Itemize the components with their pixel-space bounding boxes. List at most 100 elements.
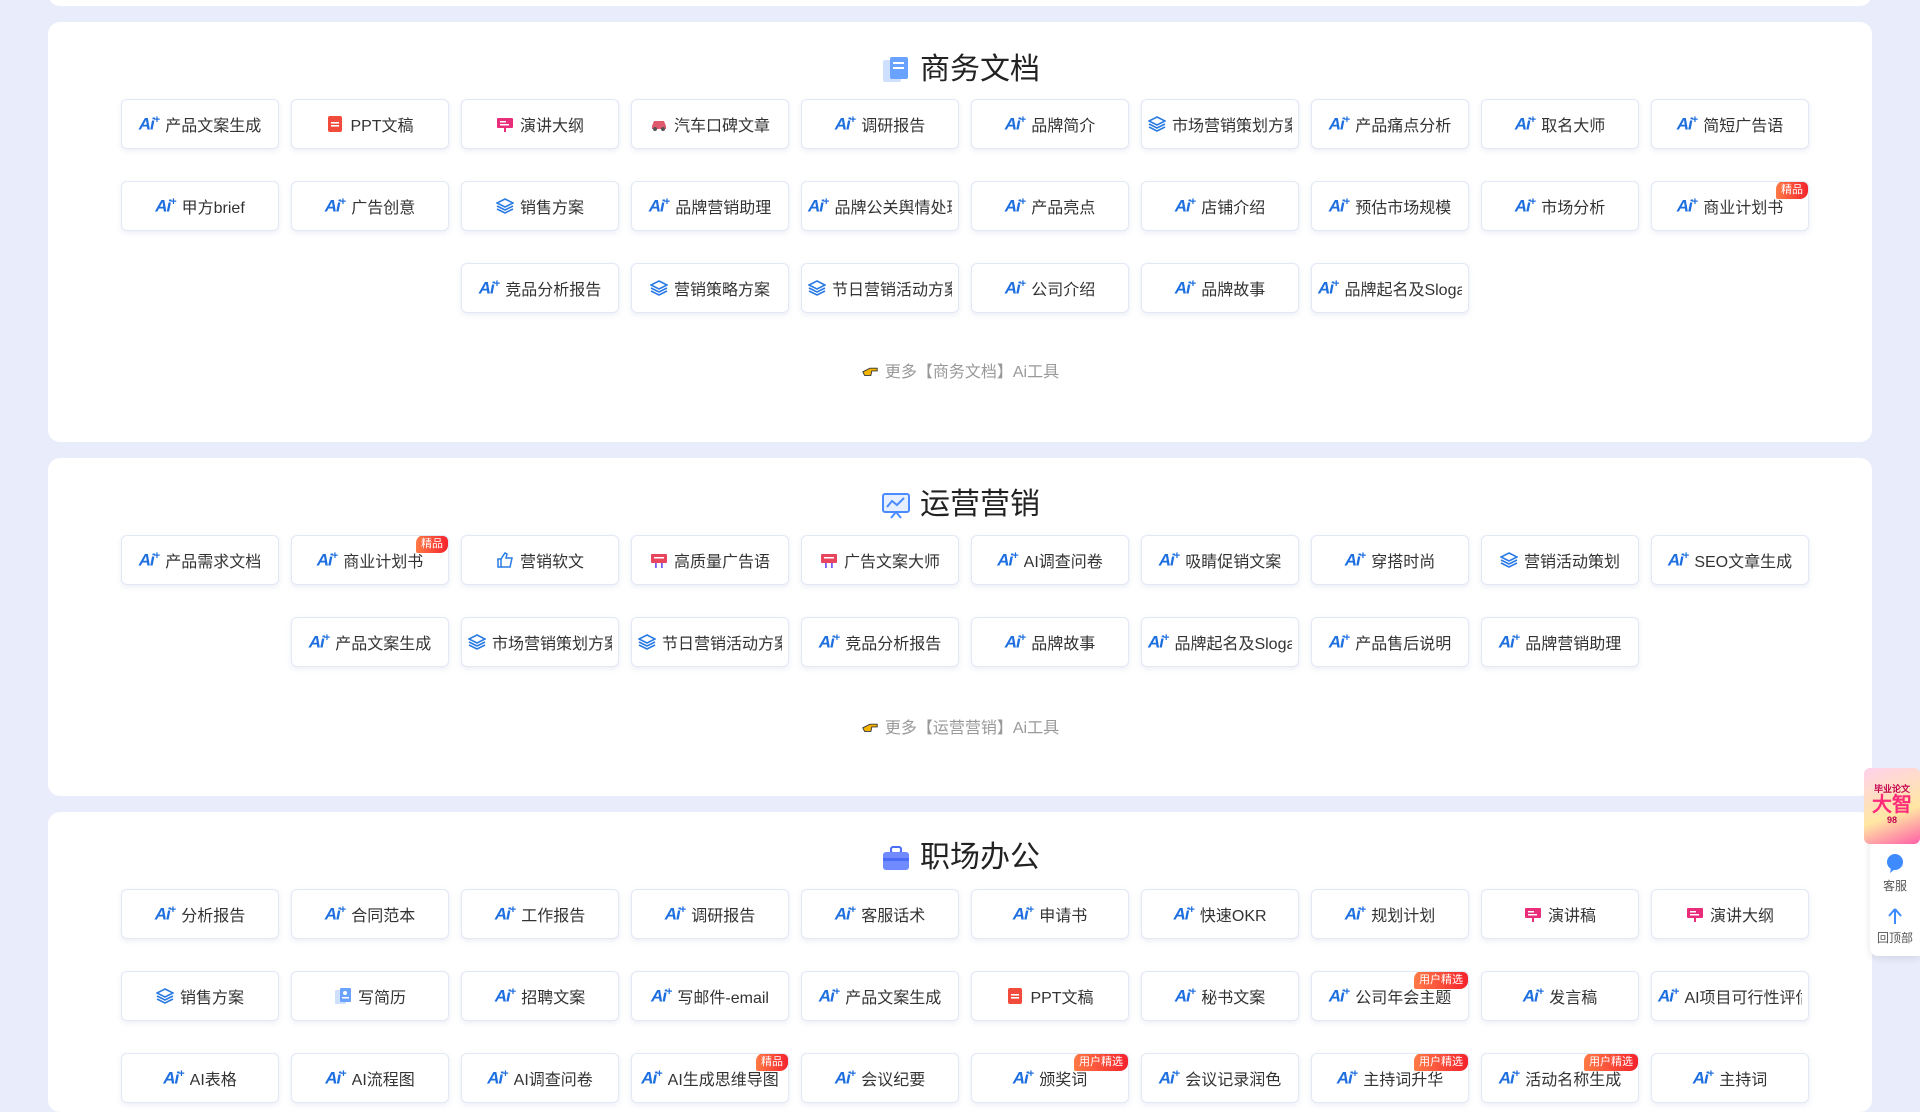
tool-card[interactable]: Ai+ 品牌起名及Slogan — [1311, 263, 1469, 313]
tool-label: 广告文案大师 — [843, 554, 940, 571]
tool-card[interactable]: Ai+ 会议记录润色 — [1141, 1053, 1299, 1103]
tool-card[interactable]: Ai+ 快速OKR — [1141, 889, 1299, 939]
tool-card[interactable]: Ai+ 秘书文案 — [1141, 971, 1299, 1021]
tool-card[interactable]: 汽车口碑文章 — [631, 99, 789, 149]
tool-card[interactable]: 市场营销策划方案 — [461, 617, 619, 667]
tool-card[interactable]: Ai+ 品牌营销助理 — [1481, 617, 1639, 667]
tool-card[interactable]: Ai+ SEO文章生成 — [1651, 535, 1809, 585]
tool-card[interactable]: Ai+ 公司介绍 — [971, 263, 1129, 313]
tool-card[interactable]: Ai+ 品牌故事 — [1141, 263, 1299, 313]
tool-card[interactable]: Ai+ 申请书 — [971, 889, 1129, 939]
ai-icon: Ai+ — [1012, 903, 1035, 924]
tool-card[interactable]: Ai+ 发言稿 — [1481, 971, 1639, 1021]
billboard-icon — [820, 554, 837, 568]
ai-icon: Ai+ — [154, 903, 177, 924]
tool-card[interactable]: Ai+ AI表格 — [121, 1053, 279, 1103]
tool-card[interactable]: Ai+ 穿搭时尚 — [1311, 535, 1469, 585]
tool-card[interactable]: Ai+ 品牌营销助理 — [631, 181, 789, 231]
tool-card[interactable]: Ai+ 产品售后说明 — [1311, 617, 1469, 667]
tool-card[interactable]: Ai+ 品牌起名及Slogan — [1141, 617, 1299, 667]
tool-card[interactable]: Ai+ 工作报告 — [461, 889, 619, 939]
tool-card[interactable]: Ai+ 合同范本 — [291, 889, 449, 939]
tool-label: 招聘文案 — [521, 990, 586, 1007]
tool-label: 简短广告语 — [1703, 118, 1784, 135]
tool-card[interactable]: Ai+ 分析报告 — [121, 889, 279, 939]
tool-card[interactable]: Ai+ 市场分析 — [1481, 181, 1639, 231]
promo-banner[interactable]: 毕业论文 大智 98 — [1864, 768, 1920, 844]
tool-card[interactable]: Ai+ AI流程图 — [291, 1053, 449, 1103]
tool-card[interactable]: Ai+ 品牌故事 — [971, 617, 1129, 667]
tool-card[interactable]: 节日营销活动方案 — [801, 263, 959, 313]
tool-card[interactable]: Ai+ 商业计划书 精品 — [1651, 181, 1809, 231]
tool-card[interactable]: Ai+ AI项目可行性评估 — [1651, 971, 1809, 1021]
tool-card[interactable]: Ai+ 取名大师 — [1481, 99, 1639, 149]
ai-icon: Ai+ — [1012, 1067, 1035, 1088]
tool-label: 竞品分析报告 — [505, 282, 602, 299]
tool-card[interactable]: PPT文稿 — [291, 99, 449, 149]
tool-card[interactable]: Ai+ 招聘文案 — [461, 971, 619, 1021]
tool-card[interactable]: Ai+ 产品痛点分析 — [1311, 99, 1469, 149]
tool-card[interactable]: Ai+ 产品文案生成 — [801, 971, 959, 1021]
tool-card[interactable]: Ai+ 公司年会主题 用户精选 — [1311, 971, 1469, 1021]
back-to-top-button[interactable]: 回顶部 — [1870, 906, 1920, 946]
tool-card[interactable]: 营销软文 — [461, 535, 619, 585]
customer-service-button[interactable]: 客服 — [1870, 852, 1920, 894]
tool-card[interactable]: PPT文稿 — [971, 971, 1129, 1021]
tool-card[interactable]: Ai+ 竞品分析报告 — [461, 263, 619, 313]
tool-card[interactable]: 营销策略方案 — [631, 263, 789, 313]
tool-card[interactable]: Ai+ 店铺介绍 — [1141, 181, 1299, 231]
tool-card[interactable]: Ai+ 竞品分析报告 — [801, 617, 959, 667]
tool-card[interactable]: 演讲大纲 — [1651, 889, 1809, 939]
tool-card[interactable]: 写简历 — [291, 971, 449, 1021]
tool-card[interactable]: Ai+ 颁奖词 用户精选 — [971, 1053, 1129, 1103]
tool-card[interactable]: 高质量广告语 — [631, 535, 789, 585]
ai-icon: Ai+ — [324, 903, 347, 924]
tool-card[interactable]: 节日营销活动方案 — [631, 617, 789, 667]
tool-label: 客服话术 — [861, 908, 926, 925]
tool-label: 调研报告 — [691, 908, 756, 925]
tool-card[interactable]: 销售方案 — [461, 181, 619, 231]
ai-icon: Ai+ — [1676, 113, 1699, 134]
tool-card[interactable]: Ai+ 产品文案生成 — [291, 617, 449, 667]
ai-icon: Ai+ — [1328, 113, 1351, 134]
tool-card[interactable]: Ai+ 品牌简介 — [971, 99, 1129, 149]
tool-label: 发言稿 — [1549, 990, 1598, 1007]
ai-icon: Ai+ — [1148, 631, 1170, 652]
tool-label: 品牌起名及Slogan — [1344, 282, 1462, 299]
tool-card[interactable]: Ai+ 调研报告 — [631, 889, 789, 939]
tool-card[interactable]: Ai+ 主持词 — [1651, 1053, 1809, 1103]
layers-icon — [1499, 552, 1518, 568]
tool-card[interactable]: Ai+ 会议纪要 — [801, 1053, 959, 1103]
tool-card[interactable]: Ai+ AI调查问卷 — [461, 1053, 619, 1103]
tool-card[interactable]: Ai+ 广告创意 — [291, 181, 449, 231]
tool-card[interactable]: Ai+ AI调查问卷 — [971, 535, 1129, 585]
tool-card[interactable]: Ai+ 写邮件-email — [631, 971, 789, 1021]
more-link[interactable]: 更多【运营营销】Ai工具 — [48, 714, 1872, 738]
tool-card[interactable]: Ai+ 商业计划书 精品 — [291, 535, 449, 585]
tool-card[interactable]: Ai+ AI生成思维导图 精品 — [631, 1053, 789, 1103]
ai-icon: Ai+ — [648, 195, 671, 216]
more-link[interactable]: 更多【商务文档】Ai工具 — [48, 358, 1872, 382]
tool-card[interactable]: Ai+ 主持词升华 用户精选 — [1311, 1053, 1469, 1103]
tool-card[interactable]: Ai+ 甲方brief — [121, 181, 279, 231]
tool-card[interactable]: 演讲大纲 — [461, 99, 619, 149]
tool-card[interactable]: Ai+ 产品需求文档 — [121, 535, 279, 585]
tool-card[interactable]: 市场营销策划方案 — [1141, 99, 1299, 149]
tool-card[interactable]: Ai+ 产品文案生成 — [121, 99, 279, 149]
tool-card[interactable]: Ai+ 产品亮点 — [971, 181, 1129, 231]
tool-card[interactable]: Ai+ 吸睛促销文案 — [1141, 535, 1299, 585]
tool-card[interactable]: 演讲稿 — [1481, 889, 1639, 939]
tool-card[interactable]: Ai+ 预估市场规模 — [1311, 181, 1469, 231]
tool-card[interactable]: 营销活动策划 — [1481, 535, 1639, 585]
ai-icon: Ai+ — [650, 985, 673, 1006]
tool-card[interactable]: Ai+ 品牌公关舆情处理 — [801, 181, 959, 231]
tool-card[interactable]: Ai+ 规划计划 — [1311, 889, 1469, 939]
tool-card[interactable]: Ai+ 客服话术 — [801, 889, 959, 939]
tool-card[interactable]: Ai+ 活动名称生成 用户精选 — [1481, 1053, 1639, 1103]
tool-card[interactable]: Ai+ 调研报告 — [801, 99, 959, 149]
tool-card[interactable]: 广告文案大师 — [801, 535, 959, 585]
tool-card[interactable]: Ai+ 简短广告语 — [1651, 99, 1809, 149]
tool-label: AI表格 — [189, 1072, 237, 1089]
tool-card[interactable]: 销售方案 — [121, 971, 279, 1021]
ai-icon: Ai+ — [1318, 277, 1340, 298]
